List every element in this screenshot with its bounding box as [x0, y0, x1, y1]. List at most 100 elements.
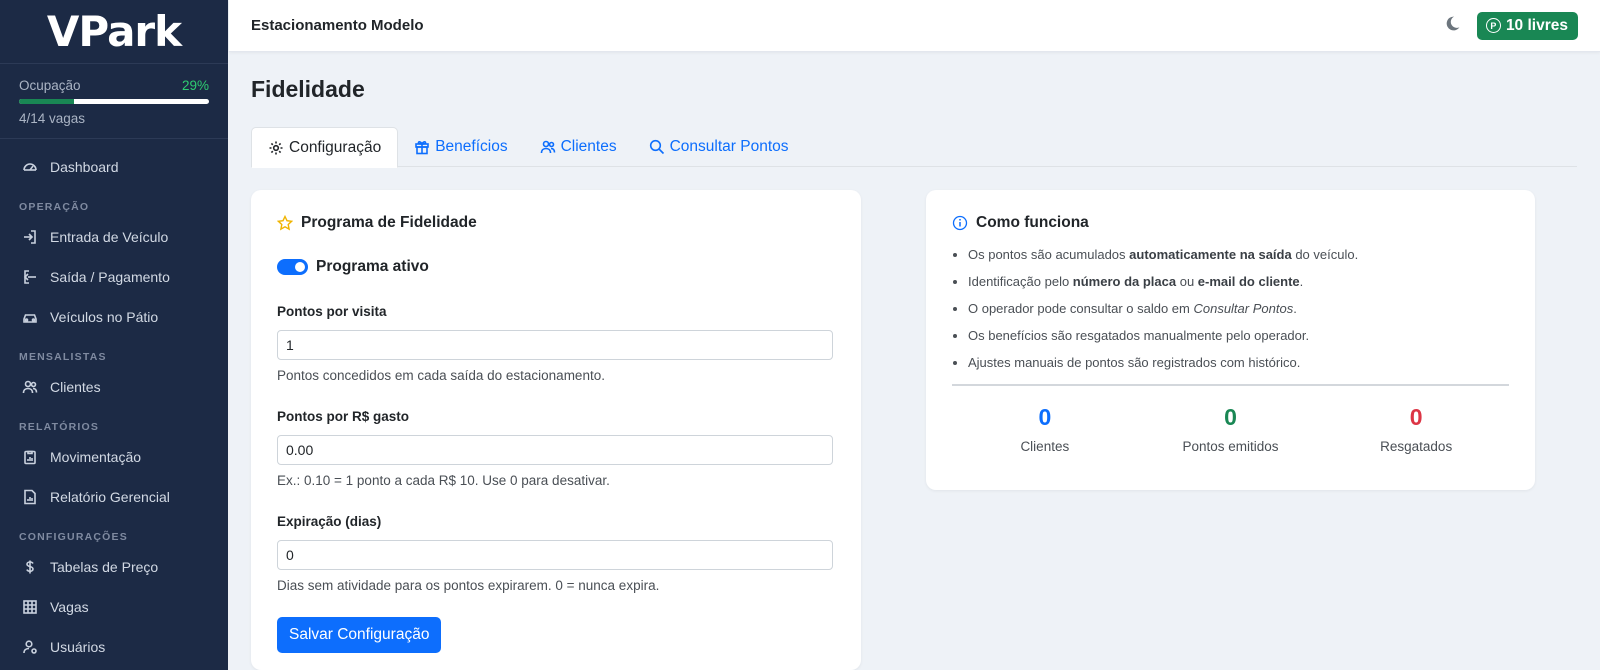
field-help: Dias sem atividade para os pontos expira…	[277, 578, 660, 593]
sidebar-item-label: Clientes	[50, 379, 101, 395]
top-bar: Estacionamento Modelo P 10 livres	[229, 0, 1600, 52]
tab-clientes[interactable]: Clientes	[524, 127, 633, 167]
field-help: Pontos concedidos em cada saída do estac…	[277, 368, 605, 383]
moon-icon[interactable]	[1444, 15, 1461, 37]
sidebar-item-label: Dashboard	[50, 159, 119, 175]
main-content: Fidelidade Configuração Benefícios Clien…	[251, 52, 1577, 670]
pontos-visita-input[interactable]	[277, 330, 833, 360]
expiracao-input[interactable]	[277, 540, 833, 570]
field-help: Ex.: 0.10 = 1 ponto a cada R$ 10. Use 0 …	[277, 473, 610, 488]
sidebar-item-saida[interactable]: Saída / Pagamento	[0, 257, 228, 297]
stat-label: Pontos emitidos	[1182, 439, 1279, 454]
occupancy-progress-bar	[19, 99, 209, 104]
stat-resgatados: 0 Resgatados	[1323, 404, 1509, 454]
clipboard-data-icon	[22, 449, 38, 465]
star-icon	[277, 215, 293, 231]
tab-label: Clientes	[560, 138, 617, 155]
stat-label: Resgatados	[1380, 439, 1453, 454]
card-title: Como funciona	[976, 214, 1089, 231]
person-gear-icon	[22, 639, 38, 655]
how-list: Os pontos são acumulados automaticamente…	[952, 246, 1509, 371]
list-item: Os benefícios são resgatados manualmente…	[968, 327, 1509, 344]
info-circle-icon	[952, 215, 968, 231]
field-label: Expiração (dias)	[277, 514, 382, 529]
occupancy-vagas: 4/14 vagas	[19, 111, 86, 126]
stat-value: 0	[1038, 404, 1052, 430]
program-active-toggle[interactable]	[277, 259, 308, 275]
dollar-icon	[22, 559, 38, 575]
stat-value: 0	[1224, 404, 1237, 430]
page-title: Fidelidade	[251, 76, 365, 102]
brand-logo[interactable]: VPark	[0, 0, 228, 64]
free-spots-badge[interactable]: P 10 livres	[1476, 11, 1578, 40]
sidebar-item-label: Tabelas de Preço	[50, 559, 159, 575]
sign-in-icon	[22, 229, 38, 245]
how-it-works-card: Como funciona Os pontos são acumulados a…	[926, 190, 1535, 490]
free-spots-text: 10 livres	[1505, 16, 1568, 34]
occupancy-widget: Ocupação 29% 4/14 vagas	[0, 64, 228, 139]
sidebar-item-label: Entrada de Veículo	[50, 229, 169, 245]
occupancy-progress-fill	[19, 99, 75, 104]
nav-section-relatorios: RELATÓRIOS	[19, 421, 100, 433]
program-active-label: Programa ativo	[316, 258, 429, 275]
sidebar-item-label: Relatório Gerencial	[50, 489, 170, 505]
sidebar-item-label: Veículos no Pátio	[50, 309, 159, 325]
nav-section-mensalistas: MENSALISTAS	[19, 351, 107, 363]
list-item: Os pontos são acumulados automaticamente…	[968, 246, 1509, 263]
sidebar-nav: Dashboard OPERAÇÃO Entrada de Veículo Sa…	[0, 139, 228, 667]
tab-bar: Configuração Benefícios Clientes Consult…	[251, 127, 1577, 168]
list-item: Identificação pelo número da placa ou e-…	[968, 273, 1509, 290]
sidebar-item-dashboard[interactable]: Dashboard	[0, 147, 228, 187]
list-item: O operador pode consultar o saldo em Con…	[968, 300, 1509, 317]
gear-icon	[269, 141, 283, 154]
occupancy-percent: 29%	[181, 78, 209, 93]
gift-icon	[415, 141, 430, 155]
stat-value: 0	[1409, 404, 1423, 430]
pontos-gasto-input[interactable]	[277, 435, 833, 465]
tab-label: Consultar Pontos	[669, 138, 789, 155]
search-icon	[649, 139, 664, 155]
tab-consultar-pontos[interactable]: Consultar Pontos	[633, 127, 805, 167]
sidebar-item-entrada[interactable]: Entrada de Veículo	[0, 217, 228, 257]
sidebar-item-clientes[interactable]: Clientes	[0, 367, 228, 407]
speedometer-icon	[22, 159, 38, 175]
file-chart-icon	[22, 489, 38, 505]
car-icon	[22, 309, 38, 325]
stat-label: Clientes	[1020, 439, 1070, 454]
nav-section-operacao: OPERAÇÃO	[19, 201, 90, 213]
sidebar-item-patio[interactable]: Veículos no Pátio	[0, 297, 228, 337]
loyalty-config-card: Programa de Fidelidade Programa ativo Po…	[251, 190, 861, 670]
field-pontos-visita: Pontos por visita Pontos concedidos em c…	[277, 304, 835, 383]
occupancy-label: Ocupação	[19, 78, 81, 93]
sidebar: VPark Ocupação 29% 4/14 vagas Dashboard …	[0, 0, 228, 670]
grid-icon	[22, 599, 38, 615]
sidebar-item-label: Movimentação	[50, 449, 142, 465]
sidebar-item-label: Saída / Pagamento	[50, 269, 170, 285]
tab-label: Configuração	[289, 138, 382, 156]
field-label: Pontos por visita	[277, 304, 387, 319]
tab-label: Benefícios	[435, 138, 508, 155]
save-config-button[interactable]: Salvar Configuração	[277, 617, 442, 653]
list-item: Ajustes manuais de pontos são registrado…	[968, 354, 1509, 371]
parking-icon: P	[1485, 18, 1501, 33]
tab-configuracao[interactable]: Configuração	[251, 127, 399, 168]
card-title: Programa de Fidelidade	[301, 214, 477, 231]
tab-beneficios[interactable]: Benefícios	[398, 127, 523, 167]
people-icon	[540, 140, 555, 154]
field-expiracao: Expiração (dias) Dias sem atividade para…	[277, 514, 835, 593]
sidebar-item-label: Usuários	[50, 639, 106, 655]
sidebar-item-tabelas[interactable]: Tabelas de Preço	[0, 547, 228, 587]
stat-pontos-emitidos: 0 Pontos emitidos	[1138, 404, 1324, 454]
sidebar-item-movimentacao[interactable]: Movimentação	[0, 437, 228, 477]
sidebar-item-vagas[interactable]: Vagas	[0, 587, 228, 627]
site-name: Estacionamento Modelo	[251, 17, 424, 34]
sidebar-item-gerencial[interactable]: Relatório Gerencial	[0, 477, 228, 517]
sign-out-icon	[22, 269, 38, 285]
sidebar-item-usuarios[interactable]: Usuários	[0, 627, 228, 667]
sidebar-item-label: Vagas	[50, 599, 89, 615]
stats-row: 0 Clientes 0 Pontos emitidos 0 Resgatado…	[952, 404, 1509, 454]
divider	[952, 384, 1509, 386]
nav-section-config: CONFIGURAÇÕES	[19, 531, 128, 543]
stat-clientes: 0 Clientes	[952, 404, 1138, 454]
field-label: Pontos por R$ gasto	[277, 409, 410, 424]
